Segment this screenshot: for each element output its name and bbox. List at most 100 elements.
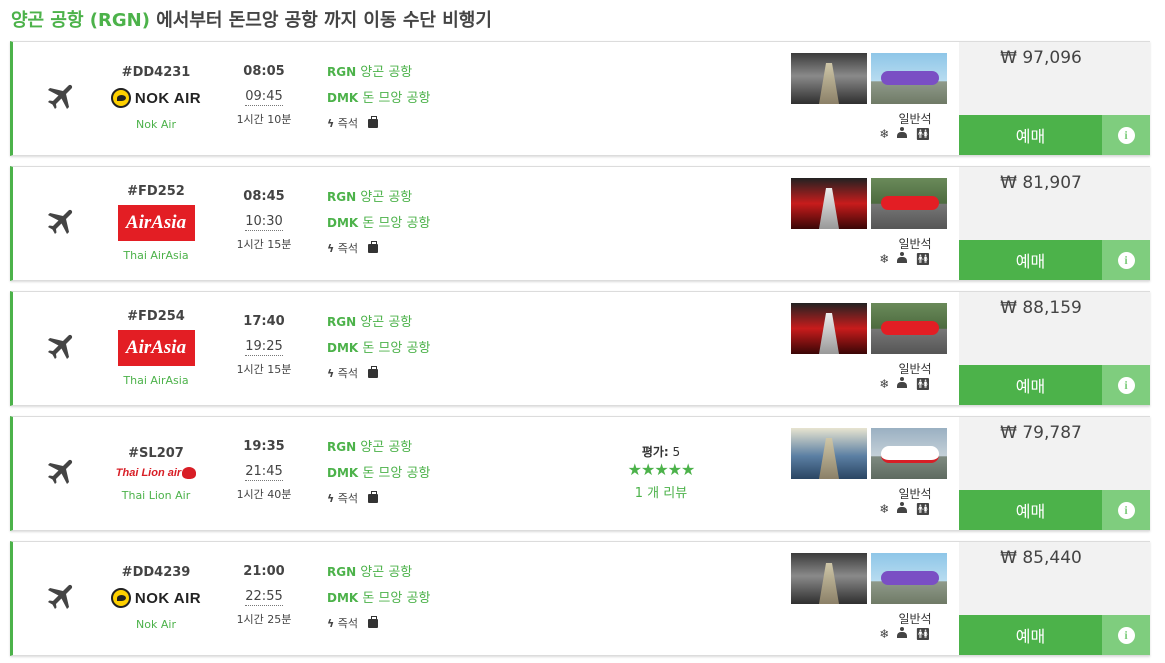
info-button[interactable]: i <box>1102 615 1150 655</box>
price-panel: ₩ 81,907 예매 i <box>959 167 1150 280</box>
departure-time: 19:35 <box>243 439 285 454</box>
aircraft-photo[interactable] <box>871 428 947 479</box>
book-button[interactable]: 예매 <box>959 490 1102 530</box>
info-icon: i <box>1117 501 1135 519</box>
thai-lion-air-logo: Thai Lion air <box>115 467 197 479</box>
carrier-name: Thai AirAsia <box>123 374 189 387</box>
route: RGN 양곤 공항 DMK 돈 므앙 공항 ϟ 즉석 <box>327 63 487 131</box>
book-button[interactable]: 예매 <box>959 615 1102 655</box>
aircraft-photo[interactable] <box>871 53 947 104</box>
route: RGN 양곤 공항 DMK 돈 므앙 공항 ϟ 즉석 <box>327 188 487 256</box>
aircraft-photos <box>791 178 947 229</box>
logo-text: AirAsia <box>125 212 187 233</box>
route-origin: RGN 양곤 공항 <box>327 313 487 332</box>
destination-code: DMK <box>327 466 359 480</box>
lightning-icon: ϟ <box>327 492 335 505</box>
destination-code: DMK <box>327 591 359 605</box>
info-icon: i <box>1117 626 1135 644</box>
departure-time: 21:00 <box>243 564 285 579</box>
book-button[interactable]: 예매 <box>959 365 1102 405</box>
flight-card-5: #DD4239 NOK AIR Nok Air 21:00 22:55 1시간 … <box>10 541 1150 656</box>
operator: #FD254 AirAsia Thai AirAsia <box>99 308 213 387</box>
aircraft-photo[interactable] <box>871 553 947 604</box>
operator: #DD4239 NOK AIR Nok Air <box>99 564 213 631</box>
instant-booking: ϟ 즉석 <box>327 490 358 506</box>
aircraft-photos <box>791 303 947 354</box>
airasia-logo: AirAsia <box>117 330 195 366</box>
nok-air-logo: NOK AIR <box>110 588 201 608</box>
airplane-icon <box>47 584 73 610</box>
price: ₩ 97,096 <box>1000 48 1082 68</box>
cabin-features: ❄ 🚻︎ <box>875 252 935 266</box>
origin-name: 양곤 공항 <box>356 190 413 205</box>
rating-prefix: 평가: <box>641 445 669 459</box>
route-origin: RGN 양곤 공항 <box>327 563 487 582</box>
flight-number: #DD4231 <box>121 65 191 80</box>
airplane-icon <box>47 334 73 360</box>
cabin-photo[interactable] <box>791 303 867 354</box>
flight-duration: 1시간 25분 <box>236 613 292 626</box>
arrival-time[interactable]: 10:30 <box>245 213 283 231</box>
origin-code: RGN <box>327 440 357 454</box>
airline-logo: NOK AIR <box>99 584 213 612</box>
cabin-features: ❄ 🚻︎ <box>875 377 935 391</box>
flight-times: 17:40 19:25 1시간 15분 <box>228 313 300 377</box>
cabin-features: ❄ 🚻︎ <box>875 127 935 141</box>
info-icon: i <box>1117 251 1135 269</box>
amenities: ϟ 즉석 <box>327 490 487 506</box>
arrival-time[interactable]: 09:45 <box>245 88 283 106</box>
reviews-link[interactable]: 1 개 리뷰 <box>611 482 711 501</box>
origin-name: 양곤 공항 <box>356 315 413 330</box>
flight-card-2: #FD252 AirAsia Thai AirAsia 08:45 10:30 … <box>10 166 1150 281</box>
amenities: ϟ 즉석 <box>327 365 487 381</box>
cabin-photo[interactable] <box>791 53 867 104</box>
arrival-time[interactable]: 22:55 <box>245 588 283 606</box>
origin-name: 양곤 공항 <box>356 65 413 80</box>
aircraft-photos <box>791 53 947 104</box>
instant-booking: ϟ 즉석 <box>327 615 358 631</box>
baggage-icon <box>368 365 379 378</box>
price: ₩ 81,907 <box>1000 173 1082 193</box>
info-button[interactable]: i <box>1102 115 1150 155</box>
arrival-time[interactable]: 21:45 <box>245 463 283 481</box>
cabin-class: 일반석 <box>898 237 932 251</box>
baggage-icon <box>368 240 379 253</box>
flight-number: #FD254 <box>127 309 185 324</box>
aircraft-photo[interactable] <box>871 303 947 354</box>
logo-text: Thai Lion air <box>115 467 182 479</box>
baggage-icon <box>368 615 379 628</box>
airline-logo: NOK AIR <box>99 84 213 112</box>
cabin-photo[interactable] <box>791 428 867 479</box>
info-button[interactable]: i <box>1102 365 1150 405</box>
nok-air-logo: NOK AIR <box>110 88 202 108</box>
departure-time: 17:40 <box>243 314 285 329</box>
book-button[interactable]: 예매 <box>959 115 1102 155</box>
lightning-icon: ϟ <box>327 242 335 255</box>
info-button[interactable]: i <box>1102 240 1150 280</box>
price: ₩ 85,440 <box>1000 548 1082 568</box>
price-panel: ₩ 97,096 예매 i <box>959 42 1150 155</box>
aircraft-photos <box>791 428 947 479</box>
destination-code: DMK <box>327 341 359 355</box>
book-button[interactable]: 예매 <box>959 240 1102 280</box>
flight-duration: 1시간 15분 <box>236 238 292 251</box>
flight-card-3: #FD254 AirAsia Thai AirAsia 17:40 19:25 … <box>10 291 1150 406</box>
aircraft-photos <box>791 553 947 604</box>
page-title: 양곤 공항 (RGN) 에서부터 돈므앙 공항 까지 이동 수단 비행기 <box>11 6 492 32</box>
info-button[interactable]: i <box>1102 490 1150 530</box>
logo-text: NOK AIR <box>134 89 202 107</box>
page-title-rest: 에서부터 돈므앙 공항 까지 이동 수단 비행기 <box>149 10 492 31</box>
aircraft-photo[interactable] <box>871 178 947 229</box>
flight-duration: 1시간 15분 <box>236 363 292 376</box>
restroom-icon: 🚻︎ <box>915 127 931 141</box>
seat-icon <box>897 627 908 638</box>
cabin-photo[interactable] <box>791 553 867 604</box>
cabin-photo[interactable] <box>791 178 867 229</box>
destination-name: 돈 므앙 공항 <box>358 341 431 356</box>
cabin-features: ❄ 🚻︎ <box>875 627 935 641</box>
instant-label: 즉석 <box>337 242 359 255</box>
arrival-time[interactable]: 19:25 <box>245 338 283 356</box>
route: RGN 양곤 공항 DMK 돈 므앙 공항 ϟ 즉석 <box>327 313 487 381</box>
air-conditioning-icon: ❄ <box>879 627 890 641</box>
rating: 평가: 5 ★★★★★ 1 개 리뷰 <box>611 443 711 501</box>
